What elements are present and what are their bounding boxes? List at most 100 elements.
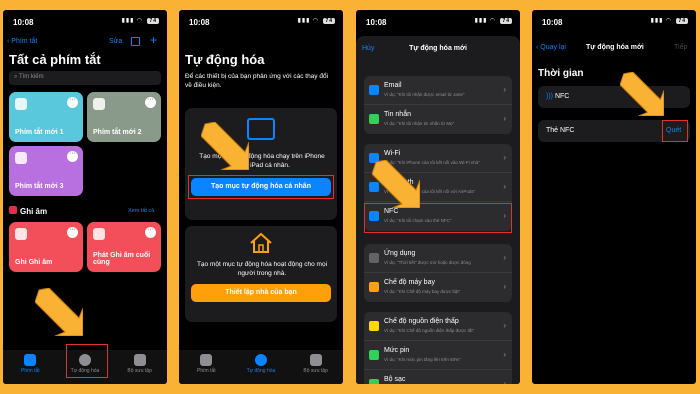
battery-badge: 74 [500,18,512,24]
add-icon[interactable]: + [150,33,157,47]
card-label: Ghi Ghi âm [15,259,53,266]
sheet-title: Tự động hóa mới [409,45,467,52]
section-ghi-am: Ghi âm [9,206,47,216]
app-icon [369,253,379,263]
edit-button[interactable]: Sửa [109,38,122,45]
chevron-right-icon: › [503,182,506,191]
clock: 10:08 [189,18,210,27]
tab-label: Tự động hóa [246,368,276,374]
tab-gallery[interactable]: Bộ sưu tập [293,354,339,374]
status-bar: 10:08 ▮▮▮ ◠ 74 [356,10,520,30]
card-label: Phím tắt mới 3 [15,183,64,190]
chevron-right-icon: › [503,85,506,94]
more-icon[interactable]: ··· [145,226,156,238]
gallery-icon [309,354,322,366]
shortcut-card-3[interactable]: ··· Phím tắt mới 3 [9,146,83,196]
setup-home-button[interactable]: Thiết lập nhà của bạn [191,284,331,302]
arrow-pointer [201,122,249,170]
tab-automation[interactable]: Tự động hóa [238,354,284,374]
mic-icon [15,228,27,240]
chevron-right-icon: › [503,153,506,162]
nfc-label: NFC [554,93,570,100]
status-icons: ▮▮▮ ◠ 74 [650,18,688,24]
more-icon[interactable]: ··· [67,150,78,162]
more-icon[interactable]: ··· [67,226,78,238]
tab-bar: Phím tắt Tự động hóa Bộ sưu tập [179,350,343,384]
row-battery-level[interactable]: Mức pin Ví dụ: "Khi mức pin tăng lên trên… [364,341,512,370]
grid-icon[interactable] [131,37,140,46]
tag-label: Thẻ NFC [546,127,575,134]
chevron-right-icon: › [503,350,506,359]
chevron-right-icon: › [503,321,506,330]
phone-automation: 10:08 ▮▮▮ ◠ 74 Tự động hóa Để các thiết b… [179,10,343,384]
card-label: Phím tắt mới 1 [15,129,64,136]
layers-icon [200,354,213,366]
charger-icon [369,379,379,384]
row-email[interactable]: Email Ví dụ: "Khi tôi nhận được email từ … [364,76,512,105]
house-icon [250,232,272,253]
play-last-card[interactable]: ··· Phát Ghi âm cuối cùng [87,222,161,272]
tab-gallery[interactable]: Bộ sưu tập [117,354,163,374]
arrow-pointer [35,288,83,336]
card-label: Phím tắt mới 2 [93,129,142,136]
row-messages[interactable]: Tin nhắn Ví dụ: "Khi tôi nhận tin nhắn từ… [364,105,512,134]
row-sub: Ví dụ: "Khi tôi nhận được email từ Jane" [384,92,465,97]
more-icon[interactable]: ··· [67,96,78,108]
tab-shortcuts[interactable]: Phím tắt [183,354,229,374]
play-icon [93,228,105,240]
more-icon[interactable]: ··· [145,96,156,108]
clock: 10:08 [542,18,563,27]
mail-icon [369,85,379,95]
group-power: Chế độ nguồn điện thấp Ví dụ: "Khi Chế độ… [364,312,512,384]
airplane-icon [369,282,379,292]
layers-icon [24,354,37,366]
row-title: Bộ sạc [384,376,406,383]
record-card[interactable]: ··· Ghi Ghi âm [9,222,83,272]
highlight-box [66,344,108,378]
layers-icon [15,152,27,164]
row-app[interactable]: Ứng dụng Ví dụ: "Thời tiết" được mở hoặc … [364,244,512,273]
battery-icon [369,321,379,331]
see-all-link[interactable]: Xem tất cả [128,208,154,214]
row-title: Wi-Fi [384,150,401,157]
chevron-right-icon: › [503,282,506,291]
waveform-icon [9,206,17,214]
layers-icon [15,98,27,110]
status-icons: ▮▮▮ ◠ 74 [474,18,512,24]
status-bar: 10:08 ▮▮▮ ◠ 74 [532,10,696,30]
row-sub: Ví dụ: "Khi tôi nhận tin nhắn từ Mẹ" [384,121,455,126]
search-input[interactable]: ⌕ Tìm kiếm [9,71,161,85]
chevron-right-icon: › [503,379,506,384]
back-button[interactable]: ‹ Phím tắt [7,38,37,45]
arrow-pointer [372,160,420,208]
tab-label: Phím tắt [21,368,40,374]
status-icons: ▮▮▮ ◠ 74 [297,18,335,24]
row-title: Chế độ nguồn điện thấp [384,318,459,325]
row-title: Tin nhắn [384,111,411,118]
phone-nfc-setup: 10:08 ▮▮▮ ◠ 74 ‹ Quay lại Tự động hóa mới… [532,10,696,384]
row-charger[interactable]: Bộ sạc › [364,370,512,384]
row-airplane[interactable]: Chế độ máy bay Ví dụ: "Khi Chế độ máy bay… [364,273,512,302]
row-sub: Ví dụ: "Khi Chế độ nguồn điện thấp được … [384,328,475,333]
shortcut-card-1[interactable]: ··· Phím tắt mới 1 [9,92,83,142]
group-apps: Ứng dụng Ví dụ: "Thời tiết" được mở hoặc … [364,244,512,302]
back-label: Quay lại [540,44,566,51]
back-button[interactable]: ‹ Quay lại [536,44,566,51]
next-button[interactable]: Tiếp [674,44,687,51]
page-title: Tự động hóa [185,52,265,67]
clock-check-icon [254,354,267,366]
section-title: Ghi âm [20,207,48,216]
devices-icon [247,118,275,140]
nav-title: Tự động hóa mới [586,44,644,51]
row-low-power[interactable]: Chế độ nguồn điện thấp Ví dụ: "Khi Chế độ… [364,312,512,341]
shortcut-card-2[interactable]: ··· Phím tắt mới 2 [87,92,161,142]
status-bar: 10:08 ▮▮▮ ◠ 74 [179,10,343,30]
tab-label: Bộ sưu tập [303,368,328,374]
home-description: Tạo một mục tự động hóa hoạt động cho mọ… [196,261,328,277]
tab-shortcuts[interactable]: Phím tắt [7,354,53,374]
battery-badge: 74 [147,18,159,24]
back-label: Phím tắt [11,38,38,45]
nfc-icon: ))) [546,93,553,100]
search-placeholder: Tìm kiếm [18,74,44,80]
tab-label: Bộ sưu tập [127,368,152,374]
